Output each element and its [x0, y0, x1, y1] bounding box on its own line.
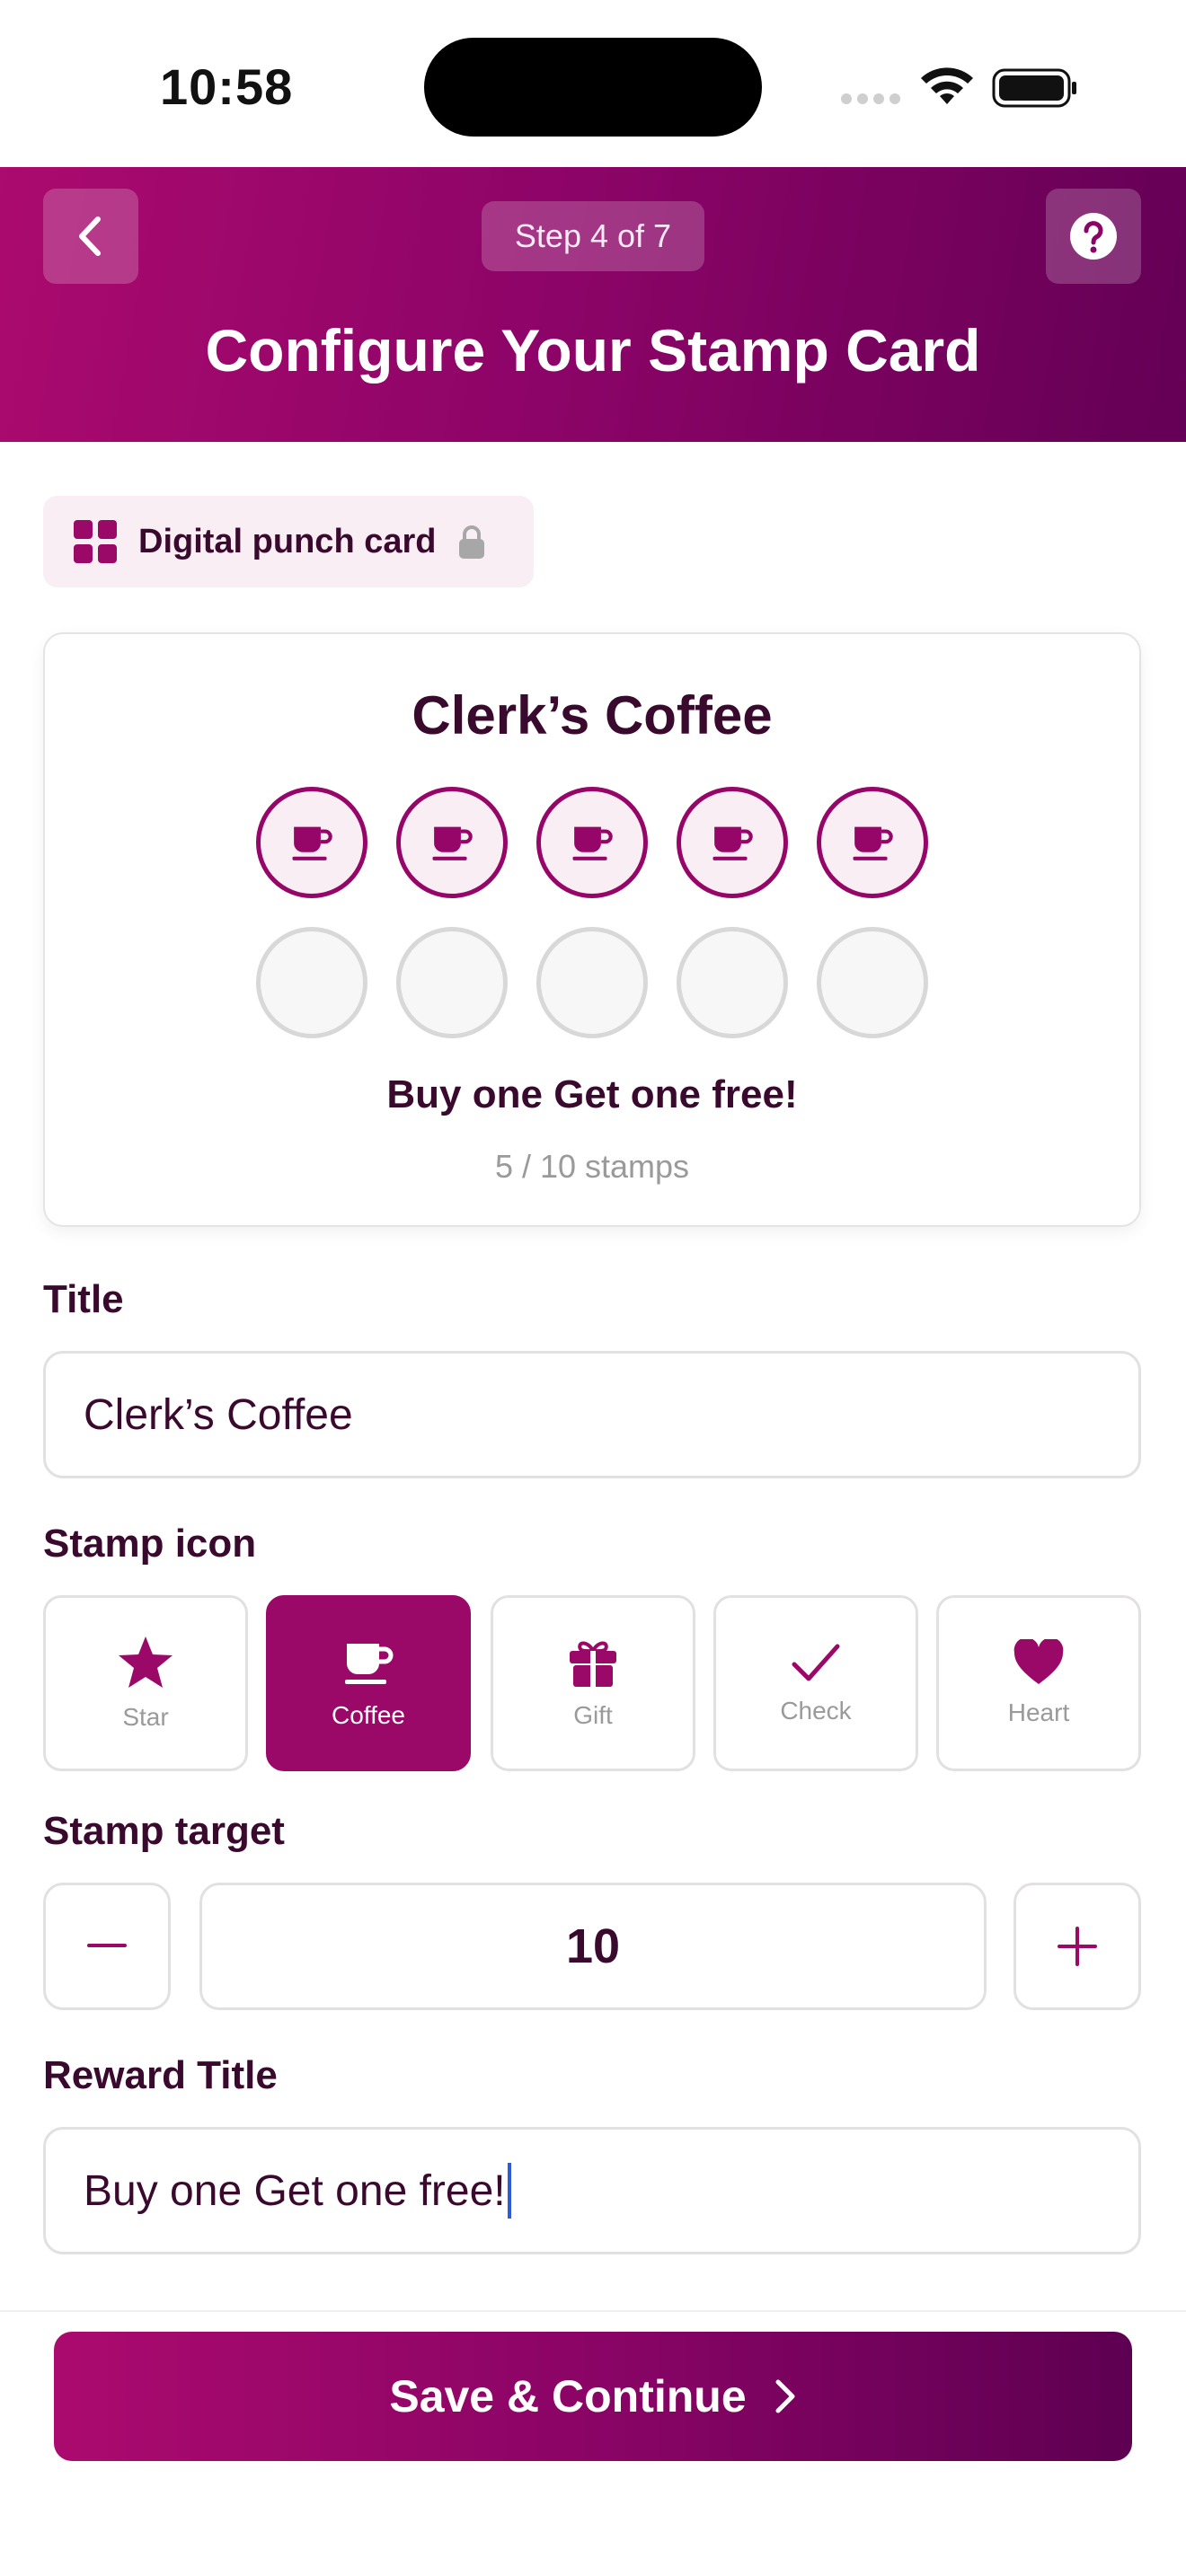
text-caret: [507, 2163, 511, 2219]
reward-title-label: Reward Title: [43, 2053, 278, 2097]
save-continue-button[interactable]: Save & Continue: [54, 2332, 1132, 2461]
minus-icon: [87, 1944, 127, 1947]
signal-dots-icon: [841, 93, 902, 104]
reward-title-value: Buy one Get one free!: [84, 2166, 506, 2215]
increment-button[interactable]: [1013, 1883, 1141, 2010]
stamp-icon-option-label: Gift: [573, 1701, 613, 1729]
save-continue-label: Save & Continue: [389, 2371, 747, 2422]
stamp-empty: [536, 927, 648, 1038]
stamp-empty: [396, 927, 508, 1038]
stamp-card-preview: Clerk’s Coffee Buy one Get one free! 5 /…: [43, 632, 1141, 1227]
title-input-value: Clerk’s Coffee: [84, 1390, 353, 1439]
header: Step 4 of 7 Configure Your Stamp Card: [0, 167, 1186, 442]
stamp-icon-option-label: Heart: [1007, 1698, 1070, 1726]
coffee-icon: [432, 826, 473, 860]
check-icon: [792, 1644, 840, 1681]
heart-icon: [1013, 1639, 1064, 1684]
title-input[interactable]: Clerk’s Coffee: [43, 1351, 1141, 1478]
title-label: Title: [43, 1277, 124, 1321]
dynamic-island: [424, 38, 762, 137]
reward-title-input[interactable]: Buy one Get one free!: [43, 2127, 1141, 2254]
gift-icon: [570, 1641, 616, 1687]
chevron-left-icon: [79, 216, 101, 256]
stamp-icon-label: Stamp icon: [43, 1522, 257, 1566]
card-type-badge: Digital punch card: [43, 496, 534, 587]
stamp-filled: [256, 787, 367, 898]
battery-icon: [992, 68, 1076, 108]
stamp-filled: [817, 787, 928, 898]
grid-icon: [74, 520, 117, 563]
back-button[interactable]: [43, 189, 138, 284]
stamp-empty: [256, 927, 367, 1038]
status-bar: 10:58: [0, 0, 1186, 167]
stamp-empty: [677, 927, 788, 1038]
stamp-filled: [677, 787, 788, 898]
preview-reward: Buy one Get one free!: [386, 1072, 798, 1116]
wifi-icon: [921, 67, 973, 104]
stamp-target-label: Stamp target: [43, 1809, 285, 1853]
preview-title: Clerk’s Coffee: [412, 685, 773, 745]
help-button[interactable]: [1046, 189, 1141, 284]
stamp-filled: [536, 787, 648, 898]
coffee-icon: [572, 826, 613, 860]
star-icon: [119, 1636, 173, 1688]
status-time: 10:58: [160, 58, 294, 115]
stamp-icon-option-heart[interactable]: Heart: [936, 1595, 1141, 1771]
lock-icon: [459, 525, 485, 559]
coffee-icon: [345, 1644, 394, 1684]
stamp-filled: [396, 787, 508, 898]
stamp-icon-option-gift[interactable]: Gift: [491, 1595, 695, 1771]
chevron-right-icon: [775, 2379, 795, 2413]
plus-icon: [1058, 1927, 1097, 1966]
coffee-icon: [292, 826, 332, 860]
stamp-empty: [817, 927, 928, 1038]
stamp-icon-option-check[interactable]: Check: [713, 1595, 918, 1771]
stamp-icon-option-label: Star: [122, 1703, 169, 1731]
footer-divider: [0, 2310, 1186, 2312]
page-title: Configure Your Stamp Card: [205, 317, 981, 384]
card-type-label: Digital punch card: [138, 522, 437, 560]
stamp-target-input[interactable]: 10: [199, 1883, 987, 2010]
stamp-icon-option-star[interactable]: Star: [43, 1595, 248, 1771]
coffee-icon: [712, 826, 753, 860]
step-indicator: Step 4 of 7: [482, 201, 704, 271]
stamp-icon-option-label: Check: [780, 1697, 852, 1725]
help-icon: [1070, 213, 1117, 260]
stamp-target-value: 10: [565, 1919, 621, 1973]
stamp-icon-option-label: Coffee: [332, 1701, 405, 1729]
decrement-button[interactable]: [43, 1883, 171, 2010]
preview-stamp-count: 5 / 10 stamps: [494, 1148, 690, 1185]
coffee-icon: [853, 826, 893, 860]
stamp-icon-option-coffee[interactable]: Coffee: [266, 1595, 471, 1771]
